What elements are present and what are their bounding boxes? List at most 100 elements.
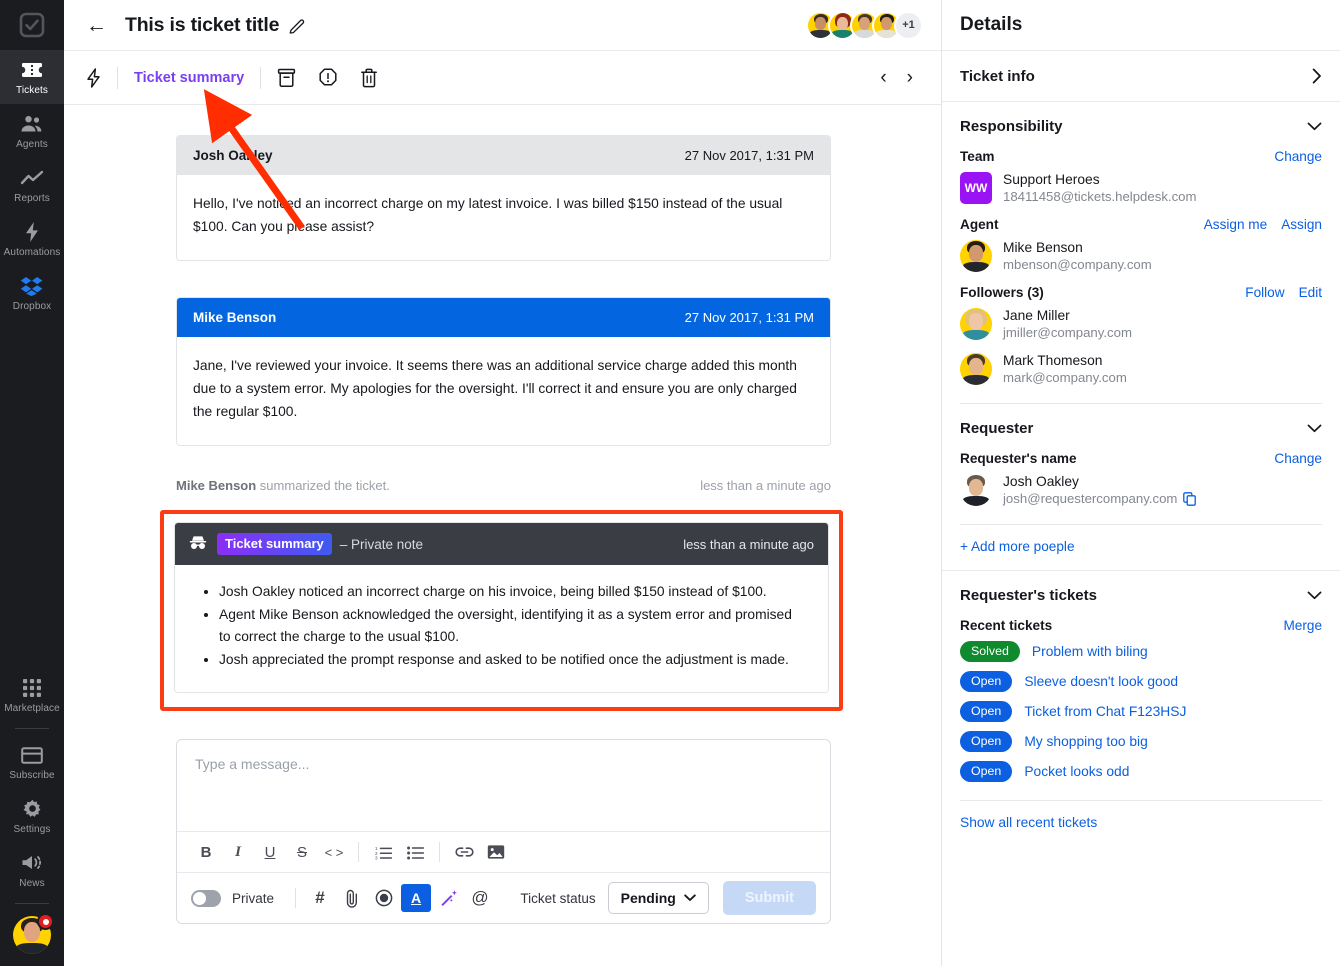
- link-icon[interactable]: [449, 838, 479, 866]
- chevron-left-icon[interactable]: ‹: [870, 67, 896, 89]
- responsibility-header[interactable]: Responsibility: [960, 118, 1322, 135]
- magic-wand-icon[interactable]: [433, 884, 463, 912]
- recent-ticket-link[interactable]: My shopping too big: [1024, 734, 1148, 749]
- chevron-right-icon: [1312, 68, 1321, 84]
- sidebar-item-dropbox[interactable]: Dropbox: [0, 266, 64, 320]
- ticket-status-dropdown[interactable]: Pending: [607, 882, 709, 914]
- follower-entry: Jane Miller jmiller@company.com: [960, 308, 1322, 340]
- archive-box-icon[interactable]: [277, 68, 296, 88]
- follower-entry: Mark Thomeson mark@company.com: [960, 353, 1322, 385]
- sidebar-item-news[interactable]: News: [0, 843, 64, 897]
- mention-at-icon[interactable]: @: [465, 884, 495, 912]
- record-circle-icon[interactable]: [369, 884, 399, 912]
- ticket-summary-button[interactable]: Ticket summary: [134, 70, 244, 86]
- sidebar-item-automations[interactable]: Automations: [0, 212, 64, 266]
- follower-email: jmiller@company.com: [1003, 325, 1132, 340]
- paperclip-attach-icon[interactable]: [337, 884, 367, 912]
- add-more-people-link[interactable]: + Add more poeple: [960, 525, 1322, 554]
- app-logo[interactable]: [0, 0, 64, 50]
- conversation-thread: Josh Oakley 27 Nov 2017, 1:31 PM Hello, …: [64, 105, 941, 966]
- status-badge: Solved: [960, 641, 1020, 662]
- message-input[interactable]: Type a message...: [177, 740, 830, 831]
- submit-button[interactable]: Submit: [722, 881, 816, 915]
- agent-label: Agent: [960, 217, 999, 232]
- follow-link[interactable]: Follow: [1245, 285, 1284, 300]
- ordered-list-icon[interactable]: 1 2 3: [368, 838, 398, 866]
- team-label: Team: [960, 149, 995, 164]
- merge-link[interactable]: Merge: [1283, 618, 1322, 633]
- sidebar-user-avatar[interactable]: [13, 913, 54, 954]
- strikethrough-icon[interactable]: S: [287, 838, 317, 866]
- sidebar-item-agents[interactable]: Agents: [0, 104, 64, 158]
- follower-info: Jane Miller jmiller@company.com: [1003, 308, 1132, 340]
- sidebar-item-subscribe[interactable]: Subscribe: [0, 735, 64, 789]
- pencil-edit-icon[interactable]: [289, 17, 306, 34]
- sidebar-item-label: Marketplace: [4, 703, 60, 714]
- bold-icon[interactable]: B: [191, 838, 221, 866]
- ticket-info-row[interactable]: Ticket info: [942, 51, 1340, 102]
- requester-email: josh@requestercompany.com: [1003, 491, 1178, 506]
- recent-ticket-row[interactable]: Open Pocket looks odd: [960, 761, 1322, 782]
- grid-apps-icon: [22, 677, 42, 699]
- assign-me-link[interactable]: Assign me: [1204, 217, 1267, 232]
- team-change-link[interactable]: Change: [1274, 149, 1322, 164]
- recent-ticket-row[interactable]: Open My shopping too big: [960, 731, 1322, 752]
- private-toggle[interactable]: [191, 889, 221, 907]
- followers-label: Followers (3): [960, 285, 1044, 300]
- summary-bullet: Josh Oakley noticed an incorrect charge …: [219, 581, 806, 603]
- hashtag-icon[interactable]: #: [305, 884, 335, 912]
- sidebar-item-reports[interactable]: Reports: [0, 158, 64, 212]
- system-activity-text: Mike Benson summarized the ticket.: [176, 478, 390, 493]
- recent-ticket-link[interactable]: Sleeve doesn't look good: [1024, 674, 1178, 689]
- sidebar-item-tickets[interactable]: Tickets: [0, 50, 64, 104]
- lightning-bolt-icon[interactable]: [86, 67, 101, 88]
- sidebar-divider-2: [15, 903, 49, 904]
- message-timestamp: 27 Nov 2017, 1:31 PM: [684, 148, 814, 163]
- app-root: Tickets Agents Reports Automations Dropb…: [0, 0, 1340, 966]
- underline-icon[interactable]: U: [255, 838, 285, 866]
- agent-entry: Mike Benson mbenson@company.com: [960, 240, 1322, 272]
- recent-ticket-row[interactable]: Open Ticket from Chat F123HSJ: [960, 701, 1322, 722]
- lightning-bolt-icon: [24, 221, 40, 243]
- recent-ticket-link[interactable]: Problem with biling: [1032, 644, 1148, 659]
- assign-link[interactable]: Assign: [1281, 217, 1322, 232]
- avatar-overflow-count[interactable]: +1: [894, 10, 923, 40]
- checkbox-logo-icon: [19, 12, 45, 38]
- copy-icon[interactable]: [1183, 491, 1197, 506]
- requester-header[interactable]: Requester: [960, 420, 1322, 437]
- recent-ticket-link[interactable]: Ticket from Chat F123HSJ: [1024, 704, 1186, 719]
- sidebar-item-settings[interactable]: Settings: [0, 789, 64, 843]
- bullet-list-icon[interactable]: [400, 838, 430, 866]
- summary-bullet: Agent Mike Benson acknowledged the overs…: [219, 604, 806, 648]
- message-item: Josh Oakley 27 Nov 2017, 1:31 PM Hello, …: [176, 135, 831, 261]
- team-email: 18411458@tickets.helpdesk.com: [1003, 189, 1197, 204]
- page-title: This is ticket title: [125, 13, 280, 36]
- requester-tickets-header[interactable]: Requester's tickets: [960, 587, 1322, 604]
- composer-bottom-bar: Private # A @ Ticket status Pending Subm…: [177, 873, 830, 923]
- credit-card-icon: [21, 744, 43, 766]
- follower-name: Jane Miller: [1003, 308, 1070, 323]
- message-composer: Type a message... B I U S < > 1 2 3 Priv…: [176, 739, 831, 924]
- show-all-recent-tickets-link[interactable]: Show all recent tickets: [960, 801, 1322, 830]
- ticket-status-label: Ticket status: [520, 890, 596, 906]
- back-arrow-icon[interactable]: ←: [86, 15, 107, 36]
- participant-avatars[interactable]: +1: [806, 10, 923, 40]
- recent-ticket-row[interactable]: Solved Problem with biling: [960, 641, 1322, 662]
- alert-octagon-icon[interactable]: [318, 67, 338, 88]
- requester-change-link[interactable]: Change: [1274, 451, 1322, 466]
- edit-followers-link[interactable]: Edit: [1299, 285, 1322, 300]
- sidebar-item-marketplace[interactable]: Marketplace: [0, 668, 64, 722]
- svg-text:3: 3: [375, 855, 378, 859]
- chevron-right-icon[interactable]: ›: [897, 67, 923, 89]
- text-format-icon[interactable]: A: [401, 884, 432, 912]
- code-icon[interactable]: < >: [319, 838, 349, 866]
- trash-bin-icon[interactable]: [360, 68, 378, 88]
- recent-ticket-row[interactable]: Open Sleeve doesn't look good: [960, 671, 1322, 692]
- image-icon[interactable]: [481, 838, 511, 866]
- reports-chart-icon: [20, 167, 44, 189]
- avatar: [960, 308, 992, 340]
- agent-email: mbenson@company.com: [1003, 257, 1152, 272]
- italic-icon[interactable]: I: [223, 838, 253, 866]
- toolbar-separator: [295, 888, 297, 908]
- recent-ticket-link[interactable]: Pocket looks odd: [1024, 764, 1129, 779]
